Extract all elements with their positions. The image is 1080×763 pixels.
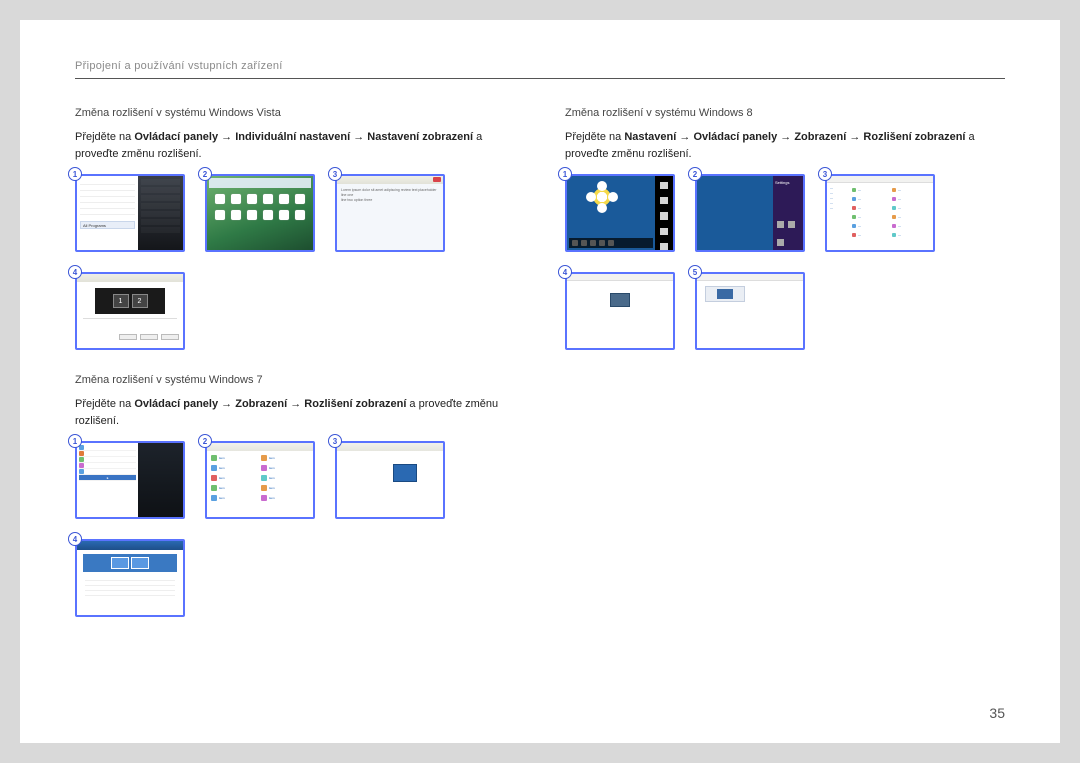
bold: Nastavení zobrazení [367,131,473,143]
win8-step-5: 5 [695,272,805,350]
arrow-icon: → [780,131,791,143]
win7-heading: Změna rozlišení v systému Windows 7 [75,374,515,386]
step-badge: 4 [68,532,82,546]
screenshot-thumb [565,272,675,350]
left-column: Změna rozlišení v systému Windows Vista … [75,107,515,641]
right-column: Změna rozlišení v systému Windows 8 Přej… [565,107,1005,641]
screenshot-thumb [335,441,445,519]
win8-heading: Změna rozlišení v systému Windows 8 [565,107,1005,119]
content-columns: Změna rozlišení v systému Windows Vista … [75,107,1005,641]
step-badge: 2 [198,167,212,181]
screenshot-thumb [205,174,315,252]
bold: Ovládací panely [134,131,218,143]
bold: Rozlišení zobrazení [863,131,965,143]
win8-step-1: 1 [565,174,675,252]
vista-step-2: 2 [205,174,315,252]
screenshot-thumb: ▸ [75,441,185,519]
monitor-2: 2 [132,294,148,308]
step-badge: 4 [558,265,572,279]
all-programs-label: All Programs [80,221,135,229]
monitor-1: 1 [113,294,129,308]
bold: Zobrazení [794,131,846,143]
vista-instructions: Přejděte na Ovládací panely → Individuál… [75,129,515,162]
win8-step-4: 4 [565,272,675,350]
screenshot-thumb: ————— —— —— —— —— —— —— [825,174,935,252]
step-badge: 1 [68,167,82,181]
vista-step-4: 4 1 2 [75,272,185,350]
win7-step-1: 1 ▸ [75,441,185,519]
page-header: Připojení a používání vstupních zařízení [75,60,1005,79]
win8-step-2: 2 Settings [695,174,805,252]
page-number: 35 [989,705,1005,721]
arrow-icon: → [679,131,690,143]
screenshot-thumb: 1 2 [75,272,185,350]
text: Přejděte na [75,131,134,143]
screenshot-thumb [565,174,675,252]
bold: Zobrazení [235,398,287,410]
document-page: Připojení a používání vstupních zařízení… [20,20,1060,743]
screenshot-thumb [695,272,805,350]
arrow-icon: → [849,131,860,143]
vista-thumbnails: 1 All Programs 2 [75,174,515,350]
arrow-icon: → [353,131,364,143]
win8-step-3: 3 ————— —— —— —— —— —— [825,174,935,252]
screenshot-thumb [75,539,185,617]
step-badge: 2 [198,434,212,448]
bold: Nastavení [624,131,676,143]
step-badge: 2 [688,167,702,181]
screenshot-thumb: Lorem ipsum dolor sit amet adipiscing re… [335,174,445,252]
text: Přejděte na [565,131,624,143]
step-badge: 1 [68,434,82,448]
vista-step-1: 1 All Programs [75,174,185,252]
bold: Ovládací panely [693,131,777,143]
step-badge: 4 [68,265,82,279]
win7-step-3: 3 [335,441,445,519]
step-badge: 3 [328,167,342,181]
vista-step-3: 3 Lorem ipsum dolor sit amet adipiscing … [335,174,445,252]
bold: Individuální nastavení [235,131,350,143]
win7-instructions: Přejděte na Ovládací panely → Zobrazení … [75,396,515,429]
screenshot-thumb: All Programs [75,174,185,252]
vista-heading: Změna rozlišení v systému Windows Vista [75,107,515,119]
arrow-icon: → [221,398,232,410]
win7-step-2: 2 itemitem itemitem itemitem itemitem it… [205,441,315,519]
screenshot-thumb: Settings [695,174,805,252]
arrow-icon: → [221,131,232,143]
bold: Rozlišení zobrazení [304,398,406,410]
step-badge: 3 [818,167,832,181]
step-badge: 3 [328,434,342,448]
text: Přejděte na [75,398,134,410]
win8-thumbnails: 1 2 [565,174,1005,350]
arrow-icon: → [290,398,301,410]
bold: Ovládací panely [134,398,218,410]
win8-instructions: Přejděte na Nastavení → Ovládací panely … [565,129,1005,162]
step-badge: 5 [688,265,702,279]
screenshot-thumb: itemitem itemitem itemitem itemitem item… [205,441,315,519]
win7-thumbnails: 1 ▸ [75,441,515,617]
win7-step-4: 4 [75,539,185,617]
step-badge: 1 [558,167,572,181]
